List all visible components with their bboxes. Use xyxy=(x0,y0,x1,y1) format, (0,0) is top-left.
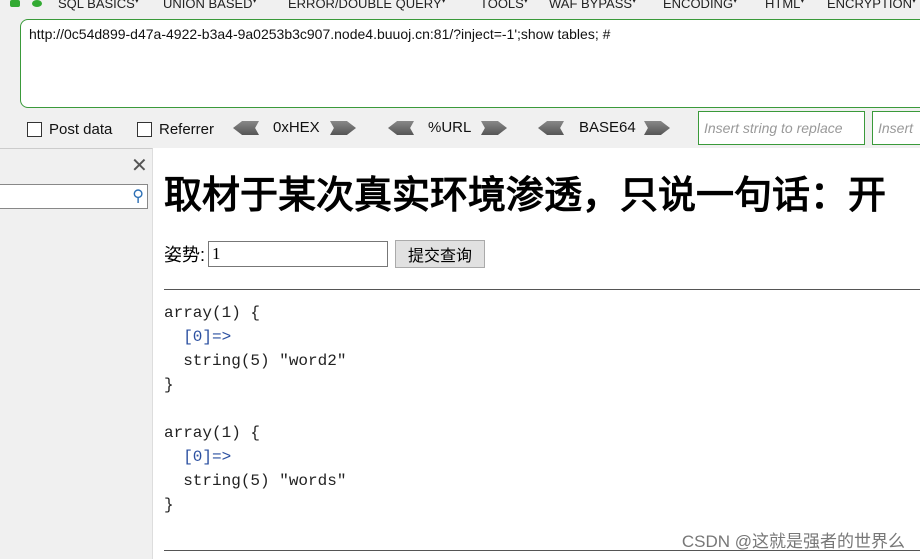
hackbar-menu: SQL BASICS UNION BASED ERROR/DOUBLE QUER… xyxy=(0,0,920,14)
sidebar-search-input[interactable]: ⚲ xyxy=(0,184,148,209)
hackbar-panel: http://0c54d899-d47a-4922-b3a4-9a0253b3c… xyxy=(0,14,920,148)
plus-icon[interactable] xyxy=(32,0,42,7)
divider xyxy=(164,289,920,290)
sidebar: ✕ ⚲ xyxy=(0,148,153,559)
replace-with-input[interactable]: Insert xyxy=(872,111,920,145)
url-decode-arrow-icon[interactable] xyxy=(388,121,414,135)
watermark: CSDN @这就是强者的世界么 xyxy=(681,532,905,551)
pose-input[interactable] xyxy=(208,241,389,267)
page-title: 取材于某次真实环境渗透，只说一句话：开 xyxy=(164,175,887,217)
referrer-label: Referrer xyxy=(159,121,215,138)
referrer-checkbox[interactable]: Referrer xyxy=(137,121,214,138)
replace-string-input[interactable]: Insert string to replace xyxy=(698,111,865,145)
menu-tools[interactable]: TOOLS xyxy=(480,0,528,11)
menu-sql-basics[interactable]: SQL BASICS xyxy=(58,0,139,11)
menu-error-double-query[interactable]: ERROR/DOUBLE QUERY xyxy=(288,0,446,11)
url-textarea[interactable]: http://0c54d899-d47a-4922-b3a4-9a0253b3c… xyxy=(20,19,920,108)
result-block: array(1) { [0]=> string(5) "words" } xyxy=(164,424,347,514)
menu-union-based[interactable]: UNION BASED xyxy=(163,0,257,11)
base64-encode-arrow-icon[interactable] xyxy=(644,121,670,135)
base64-label: BASE64 xyxy=(579,119,636,136)
hex-encode-arrow-icon[interactable] xyxy=(330,121,356,135)
menu-encryption[interactable]: ENCRYPTION xyxy=(827,0,916,11)
close-icon[interactable]: ✕ xyxy=(131,153,148,178)
post-data-label: Post data xyxy=(49,121,113,138)
url-encode-arrow-icon[interactable] xyxy=(481,121,507,135)
hex-label: 0xHEX xyxy=(273,119,320,136)
url-label: %URL xyxy=(428,119,472,136)
post-data-checkbox[interactable]: Post data xyxy=(27,121,112,138)
menu-waf-bypass[interactable]: WAF BYPASS xyxy=(549,0,636,11)
menu-html[interactable]: HTML xyxy=(765,0,804,11)
pose-label: 姿势: xyxy=(164,245,206,265)
menu-encoding[interactable]: ENCODING xyxy=(663,0,737,11)
minus-icon[interactable] xyxy=(10,0,20,7)
query-form: 姿势: 提交查询 xyxy=(164,240,486,268)
search-icon[interactable]: ⚲ xyxy=(132,186,144,206)
submit-button[interactable]: 提交查询 xyxy=(395,240,486,268)
base64-decode-arrow-icon[interactable] xyxy=(538,121,564,135)
result-block: array(1) { [0]=> string(5) "word2" } xyxy=(164,304,347,394)
hex-decode-arrow-icon[interactable] xyxy=(233,121,259,135)
